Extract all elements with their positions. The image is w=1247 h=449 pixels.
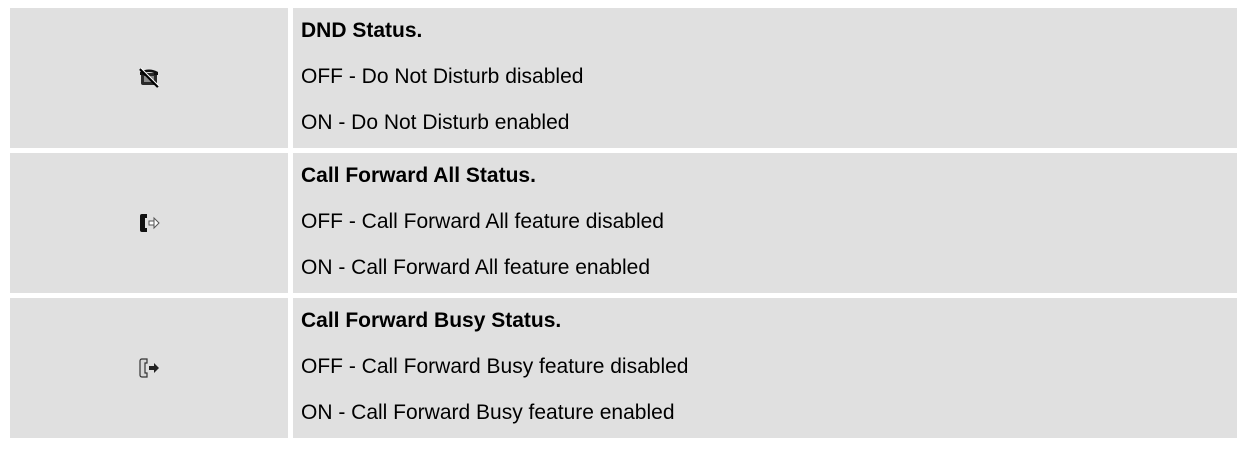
on-description: ON - Do Not Disturb enabled xyxy=(301,111,570,134)
off-description: OFF - Call Forward Busy feature disabled xyxy=(301,355,689,378)
row-title: Call Forward Busy Status. xyxy=(301,309,562,332)
call-forward-busy-icon xyxy=(139,358,159,378)
on-description: ON - Call Forward All feature enabled xyxy=(301,256,650,279)
on-description: ON - Call Forward Busy feature enabled xyxy=(301,401,675,424)
row-title: DND Status. xyxy=(301,19,423,42)
table-row-dnd: DND Status. OFF - Do Not Disturb disable… xyxy=(10,8,1237,148)
icon-cell xyxy=(10,153,288,293)
dnd-icon xyxy=(139,67,160,88)
table-row-call-forward-all: Call Forward All Status. OFF - Call Forw… xyxy=(10,153,1237,293)
row-title: Call Forward All Status. xyxy=(301,164,536,187)
status-icon-table: DND Status. OFF - Do Not Disturb disable… xyxy=(10,8,1237,438)
off-description: OFF - Do Not Disturb disabled xyxy=(301,65,584,88)
description-cell: DND Status. OFF - Do Not Disturb disable… xyxy=(293,8,1237,148)
off-description: OFF - Call Forward All feature disabled xyxy=(301,210,664,233)
table-row-call-forward-busy: Call Forward Busy Status. OFF - Call For… xyxy=(10,298,1237,438)
icon-cell xyxy=(10,298,288,438)
description-cell: Call Forward All Status. OFF - Call Forw… xyxy=(293,153,1237,293)
description-cell: Call Forward Busy Status. OFF - Call For… xyxy=(293,298,1237,438)
call-forward-all-icon xyxy=(140,214,160,232)
icon-cell xyxy=(10,8,288,148)
